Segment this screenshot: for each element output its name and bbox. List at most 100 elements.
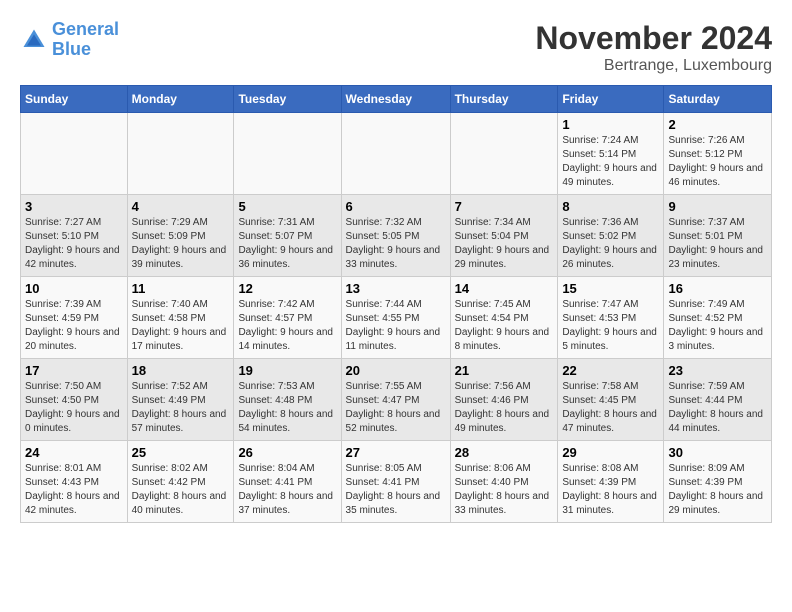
logo-line2: Blue [52,39,91,59]
logo-icon [20,26,48,54]
logo: General Blue [20,20,119,60]
calendar-cell: 22 Sunrise: 7:58 AM Sunset: 4:45 PM Dayli… [558,359,664,441]
calendar-cell: 20 Sunrise: 7:55 AM Sunset: 4:47 PM Dayli… [341,359,450,441]
day-info: Sunrise: 7:31 AM Sunset: 5:07 PM Dayligh… [238,216,336,272]
logo-line1: General [52,19,119,39]
calendar-cell: 5Sunrise: 7:31 AM Sunset: 5:07 PM Daylig… [234,195,341,277]
calendar-body: 1Sunrise: 7:24 AM Sunset: 5:14 PM Daylig… [21,113,772,523]
day-number: 8 [562,199,659,214]
day-info: Sunrise: 7:59 AM Sunset: 4:44 PM Dayligh… [668,380,767,436]
day-info: Sunrise: 8:06 AM Sunset: 4:40 PM Dayligh… [455,462,554,518]
calendar-week-2: 3 Sunrise: 7:27 AM Sunset: 5:10 PM Daylig… [21,195,772,277]
day-number: 2 [668,117,767,132]
day-info: Sunrise: 7:37 AM Sunset: 5:01 PM Dayligh… [668,216,767,272]
calendar-cell: 3 Sunrise: 7:27 AM Sunset: 5:10 PM Daylig… [21,195,128,277]
calendar-cell: 29Sunrise: 8:08 AM Sunset: 4:39 PM Dayli… [558,441,664,523]
day-info: Sunrise: 7:50 AM Sunset: 4:50 PM Dayligh… [25,380,123,436]
calendar-cell [450,113,558,195]
month-title: November 2024 [535,20,772,57]
page-header: General Blue November 2024 Bertrange, Lu… [20,20,772,75]
calendar-table: Sunday Monday Tuesday Wednesday Thursday… [20,85,772,523]
calendar-cell [341,113,450,195]
day-info: Sunrise: 7:24 AM Sunset: 5:14 PM Dayligh… [562,134,659,190]
calendar-cell: 16 Sunrise: 7:49 AM Sunset: 4:52 PM Dayli… [664,277,772,359]
col-wednesday: Wednesday [341,86,450,113]
col-sunday: Sunday [21,86,128,113]
day-number: 3 [25,199,123,214]
title-block: November 2024 Bertrange, Luxembourg [535,20,772,75]
day-info: Sunrise: 7:40 AM Sunset: 4:58 PM Dayligh… [132,298,230,354]
day-info: Sunrise: 7:29 AM Sunset: 5:09 PM Dayligh… [132,216,230,272]
col-thursday: Thursday [450,86,558,113]
day-number: 16 [668,281,767,296]
day-info: Sunrise: 8:05 AM Sunset: 4:41 PM Dayligh… [346,462,446,518]
calendar-cell: 4 Sunrise: 7:29 AM Sunset: 5:09 PM Daylig… [127,195,234,277]
day-number: 18 [132,363,230,378]
day-info: Sunrise: 7:27 AM Sunset: 5:10 PM Dayligh… [25,216,123,272]
day-info: Sunrise: 7:52 AM Sunset: 4:49 PM Dayligh… [132,380,230,436]
day-number: 7 [455,199,554,214]
col-friday: Friday [558,86,664,113]
day-info: Sunrise: 8:01 AM Sunset: 4:43 PM Dayligh… [25,462,123,518]
day-number: 21 [455,363,554,378]
col-tuesday: Tuesday [234,86,341,113]
day-info: Sunrise: 7:42 AM Sunset: 4:57 PM Dayligh… [238,298,336,354]
location-subtitle: Bertrange, Luxembourg [535,57,772,75]
calendar-cell [234,113,341,195]
calendar-cell [21,113,128,195]
calendar-cell: 8Sunrise: 7:36 AM Sunset: 5:02 PM Daylig… [558,195,664,277]
calendar-cell: 17 Sunrise: 7:50 AM Sunset: 4:50 PM Dayli… [21,359,128,441]
calendar-cell [127,113,234,195]
day-info: Sunrise: 8:02 AM Sunset: 4:42 PM Dayligh… [132,462,230,518]
calendar-cell: 21 Sunrise: 7:56 AM Sunset: 4:46 PM Dayli… [450,359,558,441]
day-number: 11 [132,281,230,296]
calendar-cell: 25 Sunrise: 8:02 AM Sunset: 4:42 PM Dayli… [127,441,234,523]
day-info: Sunrise: 8:09 AM Sunset: 4:39 PM Dayligh… [668,462,767,518]
calendar-cell: 27 Sunrise: 8:05 AM Sunset: 4:41 PM Dayli… [341,441,450,523]
day-number: 19 [238,363,336,378]
calendar-cell: 2 Sunrise: 7:26 AM Sunset: 5:12 PM Daylig… [664,113,772,195]
calendar-cell: 10Sunrise: 7:39 AM Sunset: 4:59 PM Dayli… [21,277,128,359]
day-number: 14 [455,281,554,296]
day-number: 12 [238,281,336,296]
day-number: 10 [25,281,123,296]
calendar-cell: 13Sunrise: 7:44 AM Sunset: 4:55 PM Dayli… [341,277,450,359]
calendar-cell: 19 Sunrise: 7:53 AM Sunset: 4:48 PM Dayli… [234,359,341,441]
calendar-cell: 9 Sunrise: 7:37 AM Sunset: 5:01 PM Daylig… [664,195,772,277]
calendar-cell: 1Sunrise: 7:24 AM Sunset: 5:14 PM Daylig… [558,113,664,195]
day-info: Sunrise: 7:56 AM Sunset: 4:46 PM Dayligh… [455,380,554,436]
calendar-week-3: 10Sunrise: 7:39 AM Sunset: 4:59 PM Dayli… [21,277,772,359]
day-info: Sunrise: 7:58 AM Sunset: 4:45 PM Dayligh… [562,380,659,436]
day-number: 6 [346,199,446,214]
day-info: Sunrise: 7:55 AM Sunset: 4:47 PM Dayligh… [346,380,446,436]
day-info: Sunrise: 7:26 AM Sunset: 5:12 PM Dayligh… [668,134,767,190]
day-number: 9 [668,199,767,214]
day-number: 20 [346,363,446,378]
day-number: 17 [25,363,123,378]
calendar-cell: 30Sunrise: 8:09 AM Sunset: 4:39 PM Dayli… [664,441,772,523]
col-monday: Monday [127,86,234,113]
calendar-cell: 23Sunrise: 7:59 AM Sunset: 4:44 PM Dayli… [664,359,772,441]
calendar-week-1: 1Sunrise: 7:24 AM Sunset: 5:14 PM Daylig… [21,113,772,195]
day-number: 29 [562,445,659,460]
day-info: Sunrise: 7:53 AM Sunset: 4:48 PM Dayligh… [238,380,336,436]
calendar-cell: 12 Sunrise: 7:42 AM Sunset: 4:57 PM Dayli… [234,277,341,359]
day-number: 4 [132,199,230,214]
header-row: Sunday Monday Tuesday Wednesday Thursday… [21,86,772,113]
day-number: 28 [455,445,554,460]
day-number: 27 [346,445,446,460]
calendar-week-4: 17 Sunrise: 7:50 AM Sunset: 4:50 PM Dayli… [21,359,772,441]
col-saturday: Saturday [664,86,772,113]
calendar-cell: 11 Sunrise: 7:40 AM Sunset: 4:58 PM Dayli… [127,277,234,359]
day-info: Sunrise: 7:34 AM Sunset: 5:04 PM Dayligh… [455,216,554,272]
day-number: 25 [132,445,230,460]
day-number: 22 [562,363,659,378]
calendar-cell: 28 Sunrise: 8:06 AM Sunset: 4:40 PM Dayli… [450,441,558,523]
calendar-cell: 7 Sunrise: 7:34 AM Sunset: 5:04 PM Daylig… [450,195,558,277]
day-number: 13 [346,281,446,296]
day-number: 24 [25,445,123,460]
day-info: Sunrise: 7:49 AM Sunset: 4:52 PM Dayligh… [668,298,767,354]
calendar-cell: 6Sunrise: 7:32 AM Sunset: 5:05 PM Daylig… [341,195,450,277]
logo-text: General Blue [52,20,119,60]
day-info: Sunrise: 7:45 AM Sunset: 4:54 PM Dayligh… [455,298,554,354]
